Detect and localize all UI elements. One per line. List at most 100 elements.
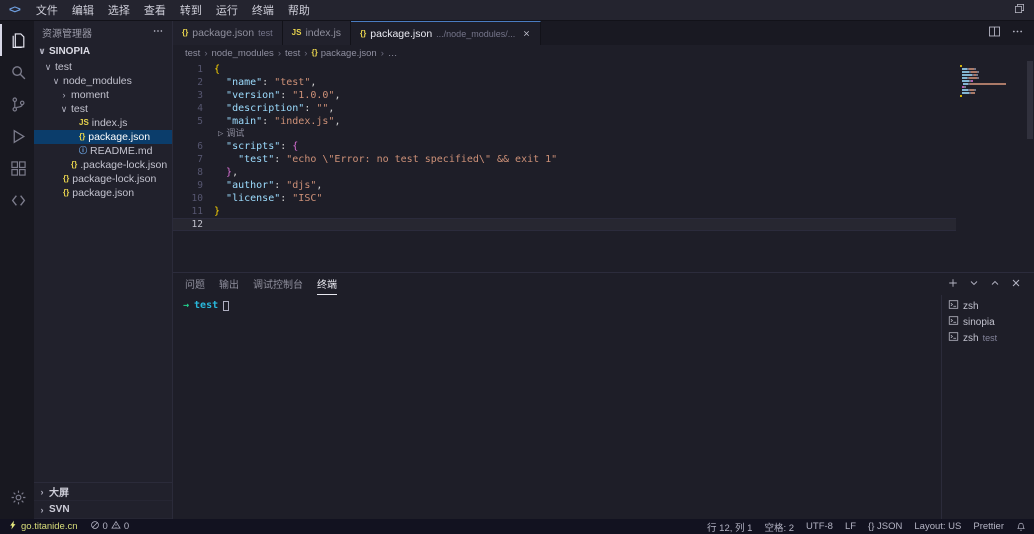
menu-view[interactable]: 查看 [137,2,173,18]
explorer-icon[interactable] [0,24,34,56]
status-cursor-position[interactable]: 行 12, 列 1 [707,520,752,534]
run-debug-icon[interactable] [0,120,34,152]
tree-item-README.md[interactable]: ⓘREADME.md [34,144,172,158]
menu-help[interactable]: 帮助 [281,2,317,18]
search-icon[interactable] [0,56,34,88]
extensions-icon[interactable] [0,152,34,184]
restore-window-icon[interactable] [1014,3,1025,17]
breadcrumb-separator: › [278,48,281,59]
section-label: SVN [49,504,70,515]
code-line-10[interactable]: 10 "license": "ISC" [173,192,956,205]
code-line-1[interactable]: 1{ [173,63,956,76]
tree-item-index.js[interactable]: JSindex.js [34,116,172,130]
panel-tab-debug-console[interactable]: 调试控制台 [253,273,303,295]
editor-tab-bar: {}package.jsontestJSindex.js{}package.js… [173,21,1034,45]
menu-edit[interactable]: 编辑 [65,2,101,18]
tree-item-test[interactable]: ∨test [34,102,172,116]
terminal-label: sinopia [963,317,995,328]
tree-item-label: package-lock.json [72,173,156,185]
tree-item-label: package.json [72,187,134,199]
codelens-debug[interactable]: ▷调试 [173,128,956,140]
terminal-icon [948,331,959,345]
terminal-item-1[interactable]: zsh [942,298,1034,314]
tree-item-moment[interactable]: ›moment [34,88,172,102]
breadcrumb-item[interactable]: node_modules [211,48,273,59]
breadcrumb-item[interactable]: test [185,48,200,59]
new-terminal-icon[interactable] [947,277,959,292]
menu-terminal[interactable]: 终端 [245,2,281,18]
status-indentation[interactable]: 空格: 2 [764,520,794,534]
terminal-output[interactable]: → test [173,295,941,519]
panel-tab-problems[interactable]: 问题 [185,273,205,295]
tree-item-.package-lock.json[interactable]: {}.package-lock.json [34,158,172,172]
sidebar-more-actions-icon[interactable] [152,25,164,40]
breadcrumb-item[interactable]: test [285,48,300,59]
remote-icon[interactable] [0,184,34,216]
panel-tab-terminal[interactable]: 终端 [317,273,337,295]
line-number: 5 [173,115,214,128]
activity-bar-bottom [0,481,34,513]
menu-file[interactable]: 文件 [29,2,65,18]
sidebar-section-svn[interactable]: ›SVN [34,501,172,519]
tree-item-label: test [55,61,72,73]
tree-item-package-lock.json[interactable]: {}package-lock.json [34,172,172,186]
editor-tab-3[interactable]: {}package.json.../node_modules/... [351,21,541,45]
menu-go[interactable]: 转到 [173,2,209,18]
json-file-icon: {} [63,189,69,197]
tree-item-test[interactable]: ∨test [34,60,172,74]
code-line-3[interactable]: 3 "version": "1.0.0", [173,89,956,102]
breadcrumb-item[interactable]: … [388,48,398,59]
line-number: 6 [173,140,214,153]
editor-scrollbar[interactable] [1026,61,1034,272]
problems-status[interactable]: 0 0 [90,520,130,533]
status-eol[interactable]: LF [845,521,856,532]
close-panel-icon[interactable] [1010,277,1022,292]
split-editor-icon[interactable] [988,25,1001,41]
chevron-right-icon: › [60,90,68,100]
terminal-item-3[interactable]: zshtest [942,330,1034,346]
status-formatter[interactable]: Prettier [973,521,1004,532]
close-icon[interactable] [522,29,531,38]
status-bar: go.titanide.cn 0 0 行 12, 列 1 空格: 2 UTF-8 LF… [0,519,1034,534]
code-line-5[interactable]: 5 "main": "index.js", [173,115,956,128]
code-line-2[interactable]: 2 "name": "test", [173,76,956,89]
settings-gear-icon[interactable] [0,481,34,513]
editor-tab-1[interactable]: {}package.jsontest [173,21,283,45]
status-encoding[interactable]: UTF-8 [806,521,833,532]
code-line-8[interactable]: 8 }, [173,166,956,179]
scrollbar-thumb[interactable] [1027,61,1033,139]
workspace-root-row[interactable]: ∨ SINOPIA [34,43,172,60]
terminal-list: zsh sinopia zshtest [941,295,1034,519]
terminal-item-2[interactable]: sinopia [942,314,1034,330]
minimap[interactable] [956,61,1026,272]
maximize-panel-icon[interactable] [989,277,1001,292]
code-editor[interactable]: 1{2 "name": "test",3 "version": "1.0.0",… [173,61,956,272]
js-file-icon: JS [79,119,89,127]
notifications-bell-icon[interactable] [1016,522,1026,532]
breadcrumb-item[interactable]: {}package.json [311,48,376,59]
menu-run[interactable]: 运行 [209,2,245,18]
editor-tab-2[interactable]: JSindex.js [283,21,351,45]
sidebar-section-daping[interactable]: ›大屏 [34,483,172,501]
tree-item-node_modules[interactable]: ∨node_modules [34,74,172,88]
panel-tab-output[interactable]: 输出 [219,273,239,295]
tree-item-package.json[interactable]: {}package.json [34,130,172,144]
code-line-6[interactable]: 6 "scripts": { [173,140,956,153]
code-line-12[interactable]: 12 [173,218,956,231]
breadcrumb-label: package.json [321,48,377,59]
line-number: 11 [173,205,214,218]
code-line-4[interactable]: 4 "description": "", [173,102,956,115]
status-bar-right: 行 12, 列 1 空格: 2 UTF-8 LF {} JSON Layout: US Pr… [707,520,1026,534]
terminal-label: zsh [963,333,979,344]
remote-indicator[interactable]: go.titanide.cn [8,520,78,533]
more-actions-icon[interactable] [1011,25,1024,41]
code-line-9[interactable]: 9 "author": "djs", [173,179,956,192]
code-line-7[interactable]: 7 "test": "echo \"Error: no test specifi… [173,153,956,166]
status-keyboard-layout[interactable]: Layout: US [914,521,961,532]
tree-item-package.json[interactable]: {}package.json [34,186,172,200]
code-line-11[interactable]: 11} [173,205,956,218]
status-language-mode[interactable]: {} JSON [868,521,902,532]
source-control-icon[interactable] [0,88,34,120]
terminal-profile-dropdown-icon[interactable] [968,277,980,292]
menu-selection[interactable]: 选择 [101,2,137,18]
